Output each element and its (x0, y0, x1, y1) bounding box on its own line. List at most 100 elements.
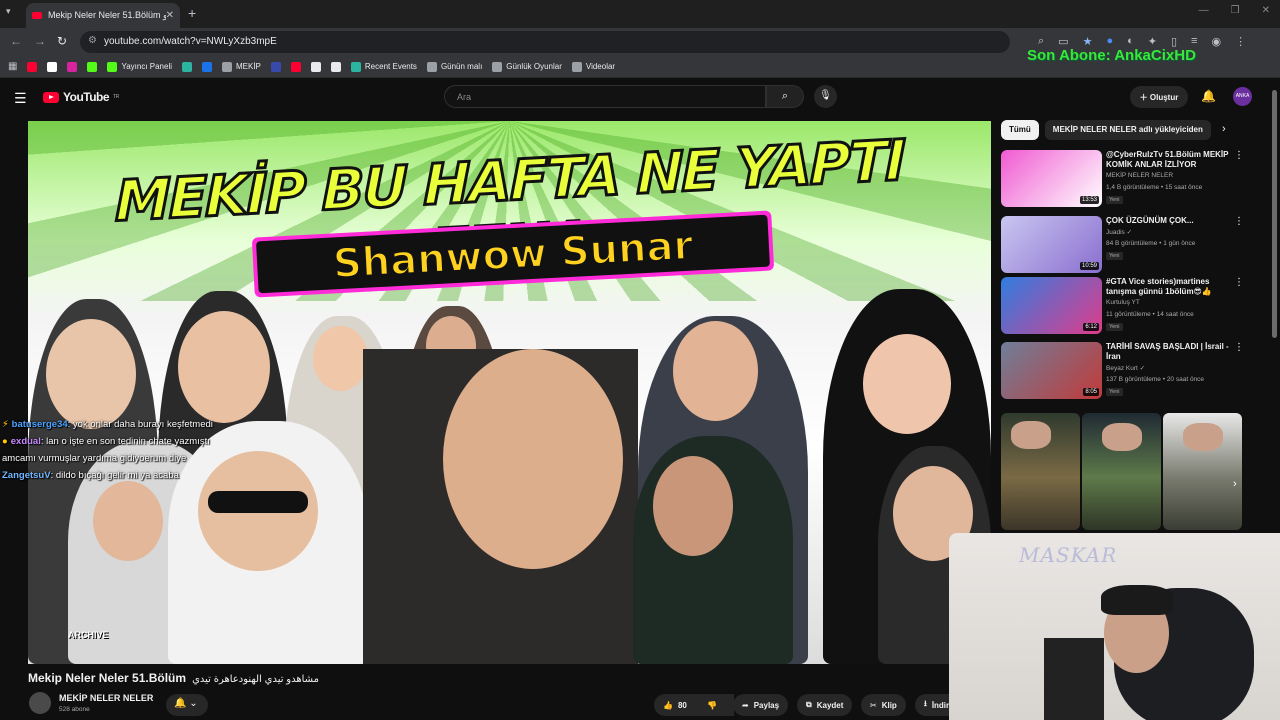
recommended-video[interactable]: 13:53 @CyberRulzTv 51.Bölüm MEKİP KOMİK A… (1001, 150, 1251, 208)
back-icon[interactable]: ← (10, 34, 22, 48)
download-button[interactable]: ⭳ İndir (915, 694, 949, 716)
clip-button[interactable]: ✂ Klip (861, 694, 906, 716)
recommended-title[interactable]: @CyberRulzTv 51.Bölüm MEKİP KOMİK ANLAR … (1106, 150, 1236, 170)
chip-all[interactable]: Tümü (1001, 120, 1039, 140)
new-tab-icon[interactable]: + (188, 5, 196, 21)
recommended-title[interactable]: #GTA Vice stories)martines tanışma günnü… (1106, 277, 1236, 297)
chevron-down-icon: ⌄ (189, 698, 198, 709)
short-item[interactable] (1001, 413, 1080, 530)
recommended-title[interactable]: TARİHİ SAVAŞ BAŞLADI | İsrail - İran (1106, 342, 1236, 362)
more-options-icon[interactable]: ⋮ (1234, 342, 1244, 353)
notifications-bell-icon[interactable]: 🔔 (1201, 89, 1216, 103)
more-options-icon[interactable]: ⋮ (1234, 277, 1244, 288)
bell-icon: 🔔 (174, 698, 187, 709)
download-label: İndir (931, 700, 949, 710)
page-scrollbar[interactable] (1272, 90, 1277, 338)
person-7 (363, 349, 638, 664)
more-options-icon[interactable]: ⋮ (1234, 216, 1244, 227)
bookmark-item[interactable]: Günün malı (426, 61, 482, 72)
chip-from-uploader[interactable]: MEKİP NELER NELER adlı yükleyiciden (1044, 120, 1211, 140)
video-player[interactable]: MEKİP BU HAFTA NE YAPTI FENA Shanwow Sun… (28, 121, 991, 664)
search-input[interactable]: Ara (444, 85, 766, 108)
bookmark-item[interactable] (67, 61, 78, 72)
channel-name[interactable]: MEKİP NELER NELER (59, 693, 153, 703)
chat-message: ZangetsuV: dildo bıçağı gelir mi ya acab… (2, 467, 322, 484)
more-options-icon[interactable]: ⋮ (1234, 150, 1244, 161)
tab-close-icon[interactable]: ✕ (166, 10, 174, 21)
short-item[interactable] (1082, 413, 1161, 530)
recommended-channel[interactable]: Juadis ✓ (1106, 228, 1132, 236)
bookmark-item[interactable]: Yayıncı Paneli (107, 61, 172, 72)
microphone-icon[interactable]: 🎙 (814, 85, 837, 108)
account-avatar[interactable]: ANKA (1233, 87, 1252, 106)
recommended-meta: 1,4 B görüntüleme • 15 saat önce (1106, 184, 1203, 191)
bookmark-item[interactable] (87, 61, 98, 72)
profile-icon[interactable]: ◉ (1211, 35, 1221, 48)
bookmark-item[interactable] (47, 61, 58, 72)
like-count: 80 (677, 700, 687, 710)
tab-search-icon[interactable]: ▾ (6, 6, 11, 17)
youtube-favicon-icon (32, 12, 42, 19)
search-icon[interactable]: ⌕ (766, 85, 804, 108)
recommended-video[interactable]: 8:05 TARİHİ SAVAŞ BAŞLADI | İsrail - İran… (1001, 342, 1251, 400)
person-10 (633, 436, 793, 664)
video-duration: 13:53 (1079, 196, 1099, 204)
site-info-icon[interactable]: ⚙ (88, 35, 97, 46)
recommended-channel[interactable]: Kurtuluş YT (1106, 299, 1140, 306)
youtube-logo[interactable]: YouTube TR (43, 90, 119, 104)
window-controls: — ❐ ✕ (1199, 5, 1270, 16)
forward-icon[interactable]: → (34, 34, 46, 48)
chips-next-icon[interactable]: › (1222, 123, 1226, 135)
chrome-menu-icon[interactable]: ⋮ (1235, 35, 1246, 48)
maximize-icon[interactable]: ❐ (1231, 5, 1240, 16)
minimize-icon[interactable]: — (1199, 5, 1209, 16)
bookmark-item[interactable]: Videolar (571, 61, 615, 72)
bookmark-item[interactable] (182, 61, 192, 72)
save-button[interactable]: ⧉ Kaydet (797, 694, 853, 716)
bookmark-item[interactable] (27, 61, 38, 72)
recommended-channel[interactable]: Beyaz Kurt ✓ (1106, 364, 1145, 372)
new-badge: Yeni (1106, 323, 1123, 331)
window-close-icon[interactable]: ✕ (1262, 5, 1270, 16)
save-icon: ⧉ (806, 700, 812, 709)
video-thumbnail[interactable]: 8:05 (1001, 342, 1102, 399)
recommended-video[interactable]: 6:12 #GTA Vice stories)martines tanışma g… (1001, 277, 1251, 335)
stream-overlay-last-subscriber: Son Abone: AnkaCixHD (1027, 47, 1196, 64)
video-thumbnail[interactable]: 13:53 (1001, 150, 1102, 207)
recommended-channel[interactable]: MEKİP NELER NELER (1106, 172, 1173, 179)
shorts-next-icon[interactable]: › (1233, 478, 1237, 490)
recommended-title[interactable]: ÇOK ÜZGÜNÜM ÇOK... (1106, 216, 1236, 226)
bookmark-item[interactable] (202, 61, 212, 72)
archive-watermark: ARCHIVE (68, 630, 109, 640)
bookmark-favicon-icon (310, 61, 321, 72)
short-item[interactable] (1163, 413, 1242, 530)
browser-tab-active[interactable]: Mekip Neler Neler 51.Bölüm مشاهدو ✕ (26, 3, 180, 28)
subscribed-notifications-button[interactable]: 🔔 ⌄ (166, 694, 208, 716)
youtube-region-code: TR (113, 94, 119, 100)
recommended-video[interactable]: 10:59 ÇOK ÜZGÜNÜM ÇOK... Juadis ✓ 84 B görü… (1001, 216, 1251, 274)
create-button[interactable]: ＋ Oluştur (1130, 86, 1188, 108)
streamer-webcam: MASKAR (949, 533, 1280, 720)
bookmark-item[interactable] (330, 61, 341, 72)
chat-username: batuserge34 (11, 419, 68, 430)
video-thumbnail[interactable]: 6:12 (1001, 277, 1102, 334)
bookmark-item[interactable]: Günlük Oyunlar (492, 61, 562, 72)
dislike-button[interactable]: 👎 (698, 694, 726, 716)
new-badge: Yeni (1106, 388, 1123, 396)
address-bar[interactable]: ⚙ youtube.com/watch?v=NWLyXzb3mpE (80, 31, 1010, 53)
hamburger-menu-icon[interactable]: ☰ (14, 90, 27, 107)
apps-grid-icon[interactable]: ▦ (8, 61, 17, 72)
bookmark-item[interactable] (270, 61, 281, 72)
channel-avatar[interactable] (29, 692, 51, 714)
share-button[interactable]: ➦ Paylaş (733, 694, 789, 716)
webcam-name-overlay: MASKAR (1019, 543, 1118, 567)
bookmark-item[interactable]: MEKİP (222, 61, 261, 72)
bookmark-item[interactable] (310, 61, 321, 72)
bookmark-favicon-icon (330, 61, 341, 72)
url-text: youtube.com/watch?v=NWLyXzb3mpE (104, 36, 277, 47)
bookmark-item[interactable] (290, 61, 301, 72)
video-thumbnail[interactable]: 10:59 (1001, 216, 1102, 273)
recommended-meta: 137 B görüntüleme • 20 saat önce (1106, 376, 1205, 383)
bookmark-item[interactable]: Recent Events (350, 61, 417, 72)
reload-icon[interactable]: ↻ (57, 34, 67, 48)
